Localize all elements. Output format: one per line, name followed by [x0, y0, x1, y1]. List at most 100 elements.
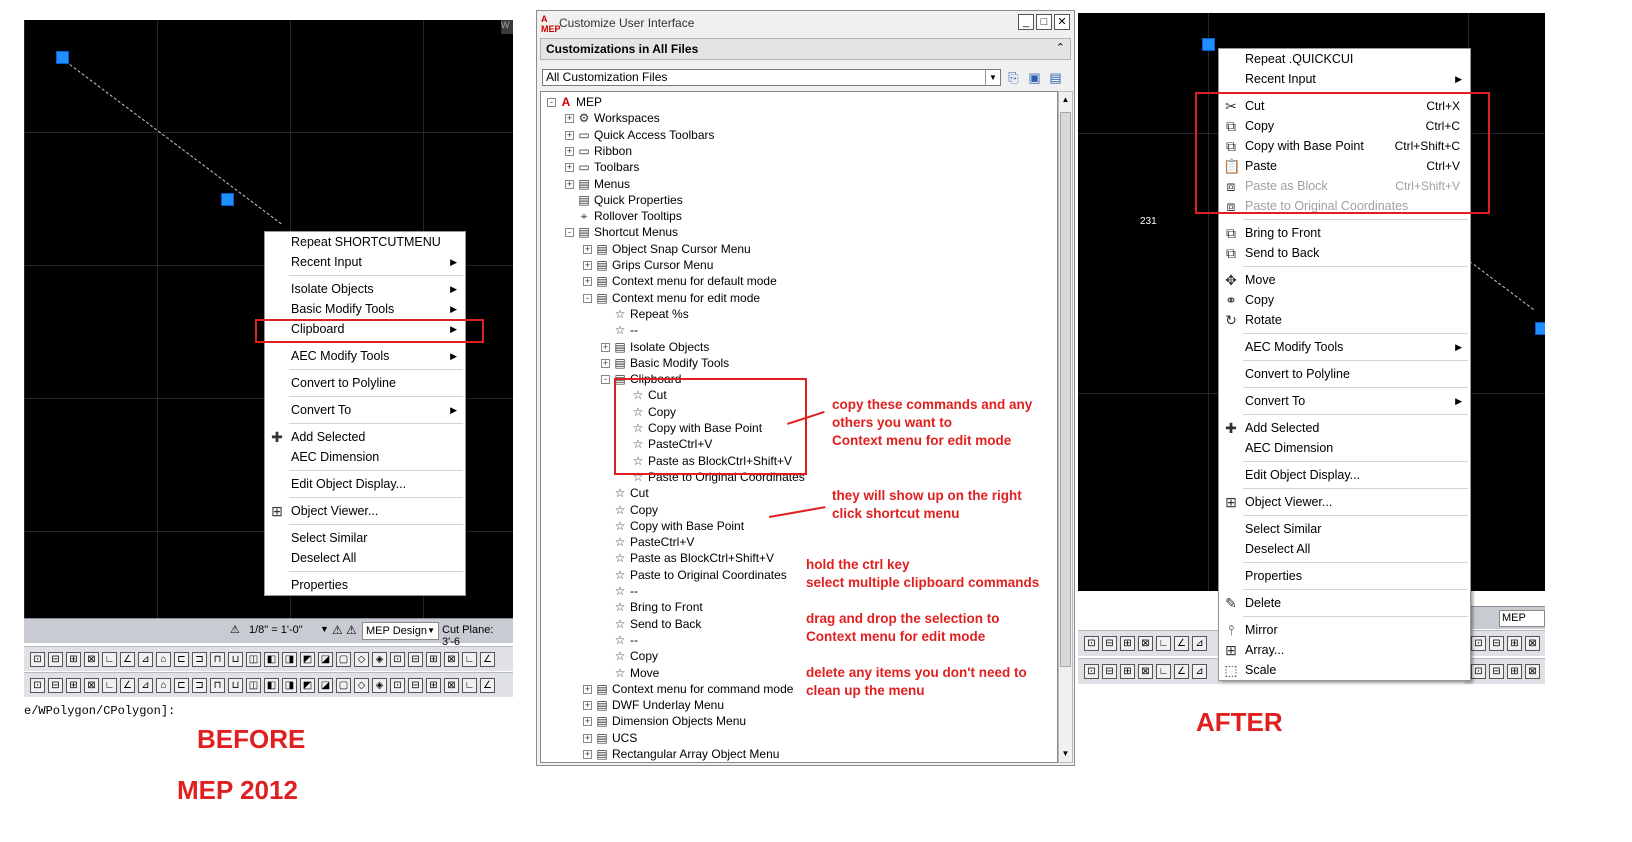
toolbar-tool-icon[interactable]: ⊠: [84, 677, 99, 693]
toolbar-tool-icon[interactable]: ⊏: [174, 677, 189, 693]
menu-item-convert-to-polyline[interactable]: Convert to Polyline: [265, 373, 465, 393]
toolbar-tool-icon[interactable]: ◩: [300, 651, 315, 667]
expand-icon[interactable]: +: [565, 179, 574, 189]
toolbar-tool-icon[interactable]: ⊓: [210, 677, 225, 693]
tree-node-rectangular-array-object-menu[interactable]: + ▤ Rectangular Array Object Menu: [583, 746, 779, 762]
toolbar-tool-icon[interactable]: ⊔: [228, 677, 243, 693]
scroll-down-icon[interactable]: ▼: [1059, 746, 1072, 762]
toolbar-tool-icon[interactable]: ⊠: [1525, 636, 1540, 651]
tree-node-ribbon[interactable]: + ▭ Ribbon: [565, 143, 632, 159]
toolbar-tool-icon[interactable]: ⊠: [84, 651, 99, 667]
toolbar-tool-icon[interactable]: ⊡: [1471, 636, 1486, 651]
toolbar-tool-icon[interactable]: ◪: [318, 677, 333, 693]
menu-item-edit-object-display[interactable]: Edit Object Display...: [1219, 465, 1470, 485]
annotation-scale[interactable]: 1/8" = 1'-0": [249, 624, 303, 636]
toolbar-tool-icon[interactable]: ◈: [372, 677, 387, 693]
toolbar-tool-icon[interactable]: ⊡: [390, 677, 405, 693]
menu-item-aec-modify-tools[interactable]: AEC Modify Tools ▶: [1219, 337, 1470, 357]
toolbar-tool-icon[interactable]: ◨: [282, 651, 297, 667]
expand-icon[interactable]: +: [583, 277, 592, 287]
toolbar-tool-icon[interactable]: ⊠: [1525, 664, 1540, 679]
toolbar-tool-icon[interactable]: ⊏: [174, 651, 189, 667]
menu-item-basic-modify-tools[interactable]: Basic Modify Tools ▶: [265, 299, 465, 319]
toolbar-tool-icon[interactable]: ◩: [300, 677, 315, 693]
expand-icon[interactable]: +: [583, 701, 592, 711]
selected-line[interactable]: [61, 58, 282, 225]
toolbar-tool-icon[interactable]: ▢: [336, 651, 351, 667]
menu-item-repeat-quickcui[interactable]: Repeat .QUICKCUI: [1219, 49, 1470, 69]
cut-plane-label[interactable]: Cut Plane: 3'-6: [442, 624, 513, 648]
toolbar-tool-icon[interactable]: ⊞: [426, 651, 441, 667]
menu-item-array[interactable]: ⊞ Array...: [1219, 640, 1470, 660]
tree-node-rollover-tooltips[interactable]: ⌖ Rollover Tooltips: [565, 208, 682, 224]
workspace-selector[interactable]: MEP Desi: [1499, 610, 1545, 627]
toolbar-tool-icon[interactable]: ⊞: [1120, 636, 1135, 651]
menu-item-aec-modify-tools[interactable]: AEC Modify Tools ▶: [265, 346, 465, 366]
toolbar-tool-icon[interactable]: ∟: [1156, 636, 1171, 651]
minimize-button[interactable]: _: [1018, 14, 1034, 30]
menu-item-convert-to[interactable]: Convert To ▶: [265, 400, 465, 420]
toolbar-tool-icon[interactable]: ⊟: [1489, 664, 1504, 679]
tree-node-repeat-s[interactable]: ☆ Repeat %s: [601, 306, 689, 322]
toolbar-tool-icon[interactable]: ⊿: [1192, 664, 1207, 679]
toolbar-tool-icon[interactable]: ⊟: [48, 677, 63, 693]
tree-node-paste-as-blockctrl-shift-v[interactable]: ☆ Paste as BlockCtrl+Shift+V: [601, 550, 774, 566]
toolbar-tool-icon[interactable]: ∠: [480, 651, 495, 667]
expand-icon[interactable]: +: [583, 244, 592, 254]
toolbar-tool-icon[interactable]: ⊔: [228, 651, 243, 667]
menu-item-select-similar[interactable]: Select Similar: [265, 528, 465, 548]
menu-item-aec-dimension[interactable]: AEC Dimension: [265, 447, 465, 467]
toolbar-tool-icon[interactable]: ∟: [462, 677, 477, 693]
toolbar-tool-icon[interactable]: ⊞: [1507, 664, 1522, 679]
menu-item-deselect-all[interactable]: Deselect All: [265, 548, 465, 568]
tree-node-dimension-objects-menu[interactable]: + ▤ Dimension Objects Menu: [583, 713, 746, 729]
toolbar-tool-icon[interactable]: ◫: [246, 677, 261, 693]
tree-node-path-array-object-menu[interactable]: +▤Path Array Object Menu: [583, 762, 739, 763]
tree-node-ucs[interactable]: + ▤ UCS: [583, 730, 637, 746]
tree-node-quick-access-toolbars[interactable]: + ▭ Quick Access Toolbars: [565, 127, 715, 143]
grip-handle[interactable]: [1202, 38, 1215, 51]
tree-node-context-menu-for-edit-mode[interactable]: - ▤ Context menu for edit mode: [583, 290, 760, 306]
toolbar-tool-icon[interactable]: ⌂: [156, 677, 171, 693]
tree-node-bring-to-front[interactable]: ☆ Bring to Front: [601, 599, 703, 615]
toolbar-tool-icon[interactable]: ◫: [246, 651, 261, 667]
save-icon[interactable]: ▣: [1026, 69, 1043, 86]
toolbar-tool-icon[interactable]: ◧: [264, 677, 279, 693]
expand-icon[interactable]: +: [583, 684, 592, 694]
menu-item-convert-to-polyline[interactable]: Convert to Polyline: [1219, 364, 1470, 384]
toolbar-tool-icon[interactable]: ⊠: [444, 677, 459, 693]
toolbar-tool-icon[interactable]: ⊞: [66, 651, 81, 667]
toolbar-tool-icon[interactable]: ⊠: [444, 651, 459, 667]
toolbar-tool-icon[interactable]: ⊿: [138, 651, 153, 667]
toolbar-tool-icon[interactable]: ∠: [1174, 664, 1189, 679]
tree-node-send-to-back[interactable]: ☆ Send to Back: [601, 616, 702, 632]
load-partial-icon[interactable]: ⎘: [1005, 69, 1022, 86]
expand-icon[interactable]: +: [583, 750, 592, 759]
tree-node-copy-with-base-point[interactable]: ☆ Copy with Base Point: [601, 518, 744, 534]
tree-scrollbar[interactable]: ▲ ▼: [1058, 91, 1073, 763]
collapse-icon[interactable]: -: [601, 375, 610, 385]
auto-scale-icon[interactable]: ⚠: [346, 623, 357, 637]
grip-handle[interactable]: [1535, 322, 1545, 335]
menu-item-copy[interactable]: ⚭ Copy: [1219, 290, 1470, 310]
toolbar-tool-icon[interactable]: ⊞: [1507, 636, 1522, 651]
menu-item-recent-input[interactable]: Recent Input ▶: [1219, 69, 1470, 89]
annotation-visibility-icon[interactable]: ⚠: [332, 623, 343, 637]
toolbar-tool-icon[interactable]: ⊡: [30, 677, 45, 693]
toolbar-tool-icon[interactable]: ⊿: [138, 677, 153, 693]
toolbar-tool-icon[interactable]: ⊟: [1102, 636, 1117, 651]
tree-node-quick-properties[interactable]: ▤ Quick Properties: [565, 192, 682, 208]
toolbar-tool-icon[interactable]: ∟: [102, 677, 117, 693]
expand-icon[interactable]: +: [601, 358, 610, 368]
tree-node-item[interactable]: ☆ --: [601, 583, 638, 599]
collapse-icon[interactable]: -: [547, 98, 556, 107]
maximize-button[interactable]: □: [1036, 14, 1052, 30]
collapse-icon[interactable]: ⌃: [1056, 41, 1065, 54]
collapse-icon[interactable]: -: [565, 228, 574, 238]
tree-node-isolate-objects[interactable]: + ▤ Isolate Objects: [601, 339, 709, 355]
grip-handle[interactable]: [56, 51, 69, 64]
toolbar-tool-icon[interactable]: ⌂: [156, 651, 171, 667]
toolbar-tool-icon[interactable]: ⊟: [408, 651, 423, 667]
tree-node-mep[interactable]: - A MEP: [547, 94, 602, 110]
toolbar-tool-icon[interactable]: ⊿: [1192, 636, 1207, 651]
